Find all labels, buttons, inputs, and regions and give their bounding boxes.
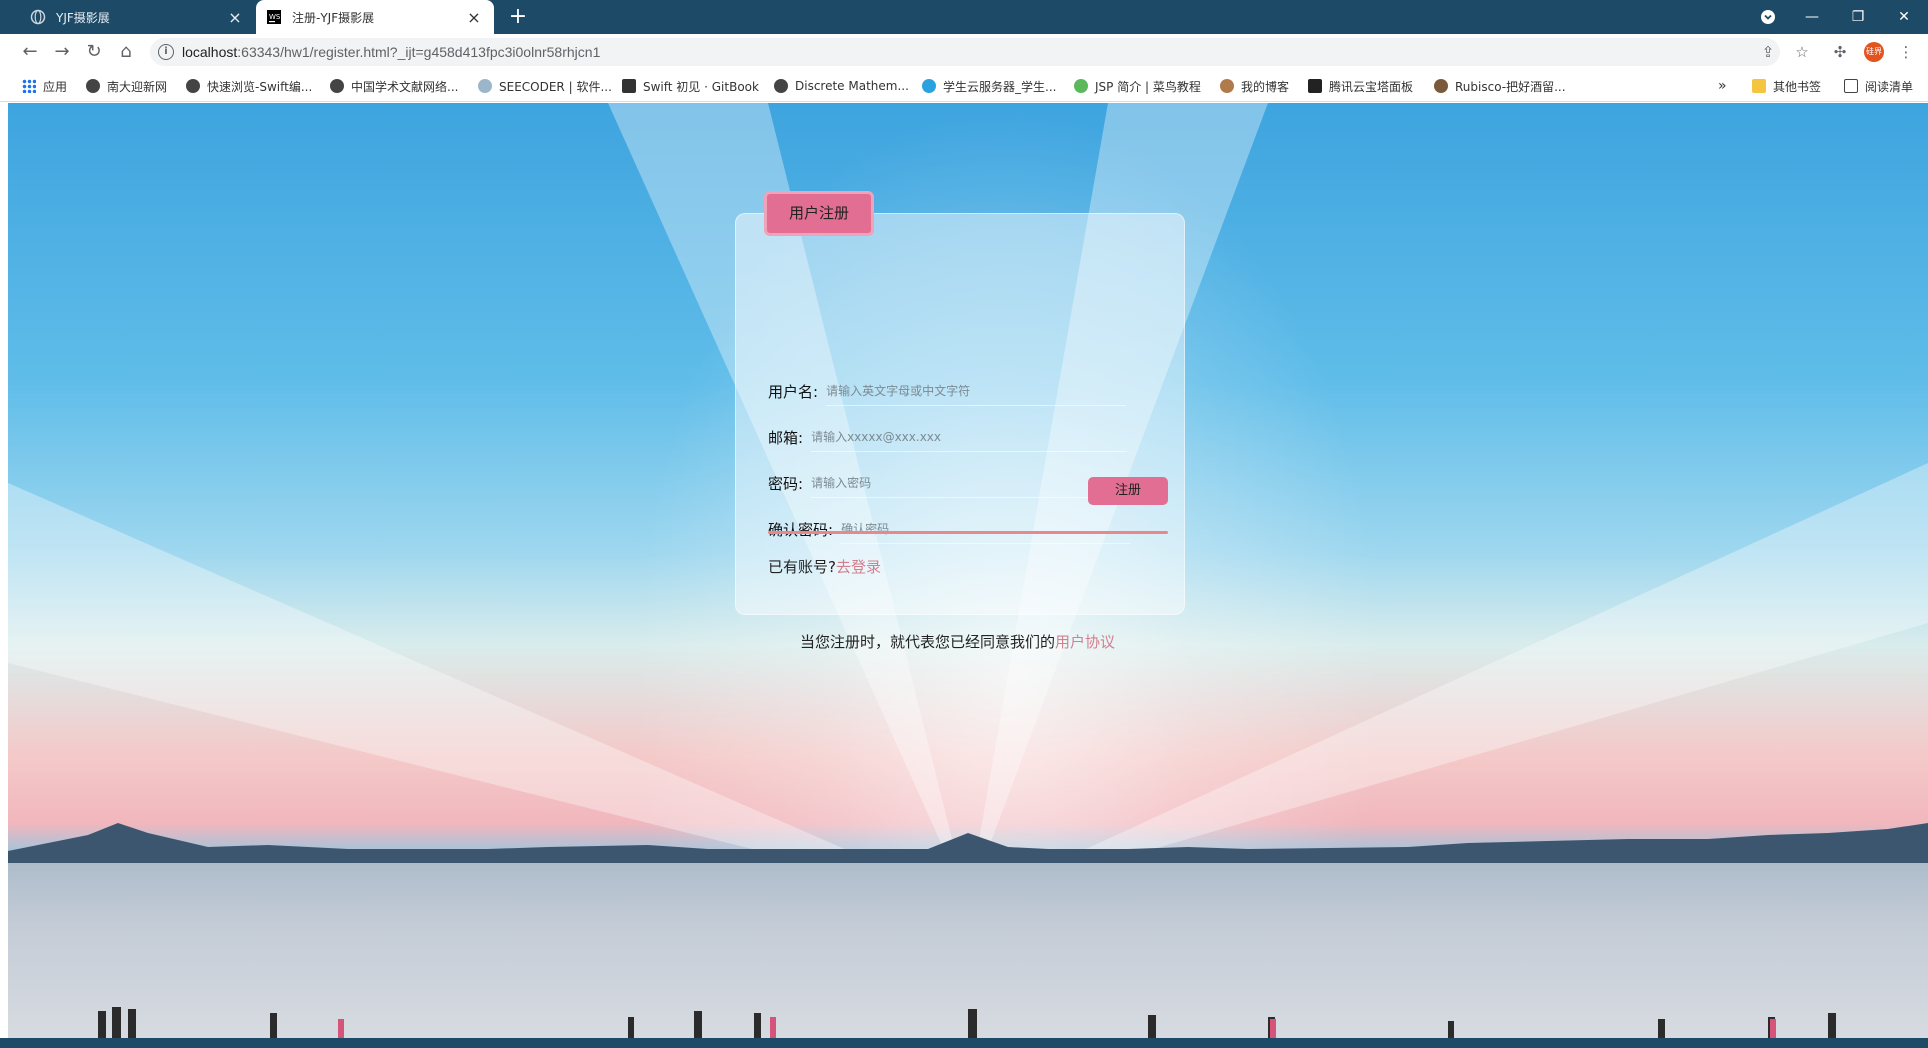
home-icon[interactable]: ⌂ [112,38,140,66]
globe-icon [774,79,788,93]
runoob-icon [1074,79,1088,93]
webstorm-icon: WS [266,9,282,25]
forward-icon[interactable]: → [48,38,76,66]
avatar-icon [1220,79,1234,93]
email-row: 邮箱: [768,420,1128,454]
address-bar[interactable]: i localhost:63343/hw1/register.html?_ijt… [150,38,1780,66]
svg-text:WS: WS [269,13,281,21]
login-prompt: 已有账号?去登录 [768,556,881,577]
bookmark-item[interactable]: 快速浏览-Swift编... [186,78,312,94]
tab-bar: YJF摄影展 × WS 注册-YJF摄影展 × + — ❐ ✕ [0,0,1928,34]
apps-grid-icon [22,79,36,93]
bookmark-item[interactable]: 南大迎新网 [86,78,167,94]
browser-toolbar: ← → ↻ ⌂ i localhost:63343/hw1/register.h… [0,34,1928,70]
close-tab-icon[interactable]: × [464,8,484,27]
minimize-icon[interactable]: — [1790,0,1834,34]
cloud-icon [478,79,492,93]
bookmarks-bar: 应用 南大迎新网 快速浏览-Swift编... 中国学术文献网络... SEEC… [0,70,1928,102]
email-label: 邮箱: [768,428,804,447]
divider [768,531,1168,534]
url-text[interactable]: localhost:63343/hw1/register.html?_ijt=g… [182,44,600,60]
login-link[interactable]: 去登录 [836,558,881,576]
taskbar-strip [0,1038,1928,1048]
bookmark-item[interactable]: JSP 简介 | 菜鸟教程 [1074,78,1201,94]
password-row: 密码: [768,466,1102,500]
bookmark-item[interactable]: 学生云服务器_学生... [922,78,1056,94]
islands [8,823,1928,863]
bookmark-item[interactable]: Swift 初见 · GitBook [622,78,759,94]
avatar-icon [1434,79,1448,93]
close-tab-icon[interactable]: × [225,8,245,27]
restore-icon[interactable]: ❐ [1836,0,1880,34]
bt-panel-icon [1308,79,1322,93]
menu-icon[interactable]: ⋮ [1894,40,1918,64]
cloud-icon [922,79,936,93]
email-input[interactable] [811,422,1128,452]
share-icon[interactable]: ⇪ [1756,40,1780,64]
confirm-password-input[interactable] [841,514,1132,544]
agreement-notice: 当您注册时，就代表您已经同意我们的用户协议 [800,631,1115,652]
site-info-icon[interactable]: i [158,44,174,60]
bookmarks-overflow-icon[interactable]: » [1718,78,1727,94]
agreement-text: 当您注册时，就代表您已经同意我们的 [800,633,1056,651]
back-icon[interactable]: ← [16,38,44,66]
has-account-text: 已有账号? [768,558,836,576]
bookmark-item[interactable]: 中国学术文献网络... [330,78,458,94]
new-tab-button[interactable]: + [505,4,531,30]
book-icon [622,79,636,93]
beach-people [98,1007,1836,1038]
reading-list[interactable]: 阅读清单 [1844,78,1913,94]
card-title: 用户注册 [764,191,874,236]
bookmark-star-icon[interactable]: ☆ [1790,40,1814,64]
globe-icon [30,9,46,25]
confirm-password-label: 确认密码: [768,520,834,539]
user-agreement-link[interactable]: 用户协议 [1055,633,1115,651]
tab-title: YJF摄影展 [56,10,110,25]
close-window-icon[interactable]: ✕ [1882,0,1926,34]
username-input[interactable] [826,376,1127,406]
other-bookmarks[interactable]: 其他书签 [1752,78,1821,94]
globe-icon [86,79,100,93]
register-button[interactable]: 注册 [1088,477,1168,505]
password-input[interactable] [811,468,1102,498]
bookmark-item[interactable]: Discrete Mathem... [774,78,909,94]
username-label: 用户名: [768,382,819,401]
password-label: 密码: [768,474,804,493]
bookmark-item[interactable]: 我的博客 [1220,78,1289,94]
register-card [735,213,1185,615]
username-row: 用户名: [768,374,1127,408]
confirm-password-row: 确认密码: [768,512,1132,546]
tab-search-icon[interactable] [1746,0,1790,34]
tab-title: 注册-YJF摄影展 [292,10,375,25]
bookmark-apps[interactable]: 应用 [22,78,67,94]
bookmark-item[interactable]: SEECODER | 软件... [478,78,612,94]
globe-icon [330,79,344,93]
tab-register[interactable]: WS 注册-YJF摄影展 × [256,0,494,34]
folder-icon [1752,79,1766,93]
globe-icon [186,79,200,93]
bookmark-item[interactable]: Rubisco-把好酒留... [1434,78,1566,94]
profile-avatar[interactable]: 硅界 [1864,42,1884,62]
bookmark-item[interactable]: 腾讯云宝塔面板 [1308,78,1413,94]
tab-yjf-gallery[interactable]: YJF摄影展 × [20,0,255,34]
extensions-icon[interactable]: ✣ [1828,40,1852,64]
reload-icon[interactable]: ↻ [80,38,108,66]
reading-list-icon [1844,79,1858,93]
